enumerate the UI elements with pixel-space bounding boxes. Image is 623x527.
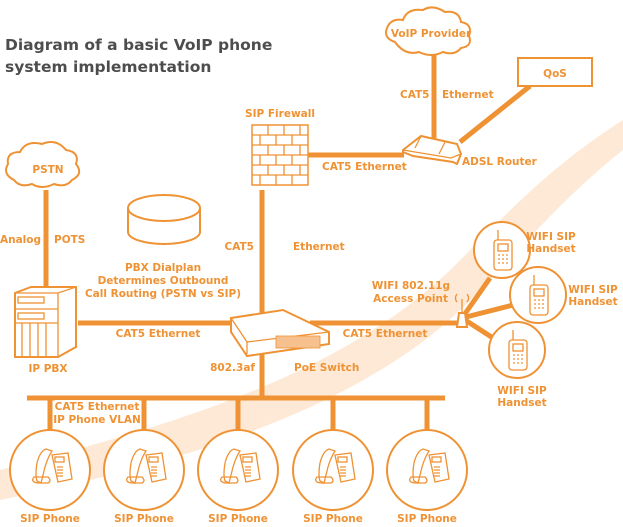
provider-link-left: CAT5 <box>400 89 430 101</box>
pbx-switch-link-label: CAT5 Ethernet <box>116 328 201 340</box>
sip-phone: SIP Phone <box>103 429 185 525</box>
firewall-switch-link-right: Ethernet <box>293 241 345 253</box>
pstn-link-left: Analog <box>0 234 41 246</box>
sip-firewall-label: SIP Firewall <box>245 108 315 120</box>
dialplan-line-1: PBX Dialplan <box>125 262 201 274</box>
pstn-label: PSTN <box>32 164 63 176</box>
sip-phone: SIP Phone <box>292 429 374 525</box>
voip-provider-cloud: VoIP Provider <box>385 6 472 56</box>
ip-pbx: IP PBX <box>14 286 77 375</box>
adsl-router-label: ADSL Router <box>462 156 538 168</box>
voip-provider-label: VoIP Provider <box>391 28 472 40</box>
sip-phone-label: SIP Phone <box>303 513 363 525</box>
adsl-router: ADSL Router <box>402 134 538 168</box>
ap-label-line-2: Access Point <box>373 293 448 305</box>
sip-phone-label: SIP Phone <box>20 513 80 525</box>
sip-firewall: SIP Firewall <box>245 108 315 186</box>
firewall-router-link-label: CAT5 Ethernet <box>322 161 407 173</box>
wires <box>27 45 532 430</box>
wifi-handset: WIFI SIP Handset <box>488 321 547 409</box>
bus-label-line-2: IP Phone VLAN <box>53 414 141 426</box>
qos-label: QoS <box>543 68 567 80</box>
qos-box: QoS <box>517 57 593 87</box>
database-cylinder-icon <box>127 194 201 245</box>
ip-pbx-label: IP PBX <box>28 363 67 375</box>
wifi-handset-label-line-2: Handset <box>497 397 546 409</box>
title-line-1: Diagram of a basic VoIP phone <box>5 36 272 54</box>
wifi-handset-label-line-1: WIFI SIP <box>526 231 576 243</box>
wifi-handset-label-line-2: Handset <box>526 243 575 255</box>
pstn-cloud: PSTN <box>5 141 81 188</box>
pstn-link-right: POTS <box>54 234 85 246</box>
voip-diagram: Diagram of a basic VoIP phone system imp… <box>0 6 623 525</box>
wifi-handset-label-line-1: WIFI SIP <box>497 385 547 397</box>
ap-label-line-1: WIFI 802.11g <box>372 280 450 292</box>
router-icon <box>402 134 463 166</box>
sip-phone-label: SIP Phone <box>208 513 268 525</box>
wifi-handset: WIFI SIP Handset <box>509 266 618 324</box>
poe-switch: 802.3af PoE Switch <box>210 308 359 374</box>
wifi-handset-label-line-1: WIFI SIP <box>568 284 618 296</box>
sip-phone: SIP Phone <box>9 429 91 525</box>
dialplan-line-2: Determines Outbound <box>98 275 229 287</box>
sip-phone-label: SIP Phone <box>397 513 457 525</box>
firewall-switch-link-left: CAT5 <box>225 241 255 253</box>
switch-ap-link-label: CAT5 Ethernet <box>343 328 428 340</box>
server-tower-icon <box>14 286 77 358</box>
provider-link-right: Ethernet <box>442 89 494 101</box>
sip-phone: SIP Phone <box>197 429 279 525</box>
sip-phone: SIP Phone <box>386 429 468 525</box>
wifi-handset-label-line-2: Handset <box>568 296 617 308</box>
bus-label-line-1: CAT5 Ethernet <box>55 401 140 413</box>
pbx-dialplan: PBX Dialplan Determines Outbound Call Ro… <box>85 194 241 300</box>
brick-wall-icon <box>251 124 309 186</box>
sip-phone-label: SIP Phone <box>114 513 174 525</box>
dialplan-line-3: Call Routing (PSTN vs SIP) <box>85 288 241 300</box>
network-switch-icon <box>230 308 330 358</box>
switch-label-left: 802.3af <box>210 362 255 374</box>
switch-label-right: PoE Switch <box>294 362 359 374</box>
title-line-2: system implementation <box>5 58 211 76</box>
